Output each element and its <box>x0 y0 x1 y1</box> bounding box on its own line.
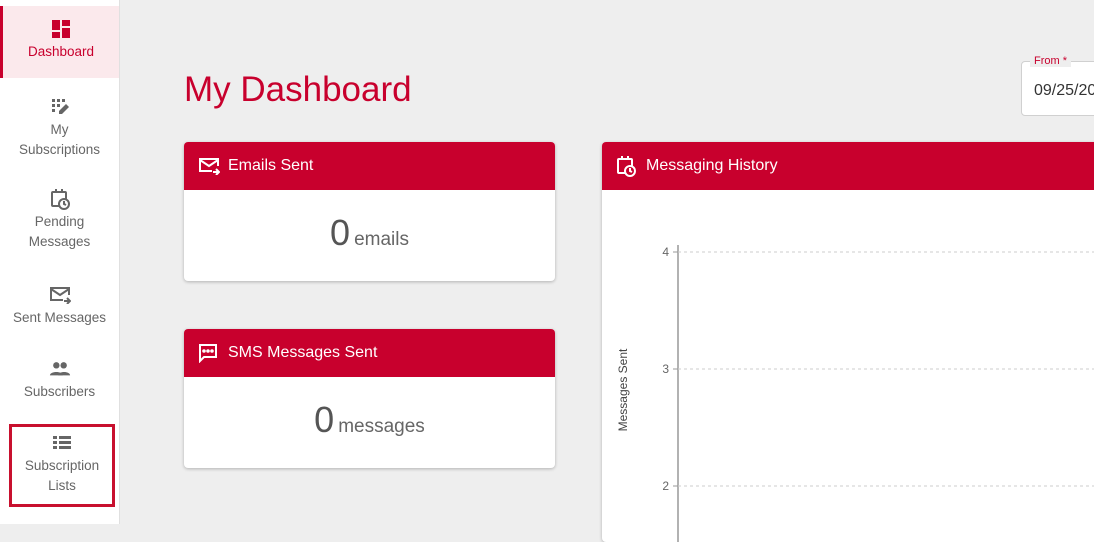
calendar-clock-icon <box>616 155 638 177</box>
card-title: Messaging History <box>646 157 778 174</box>
sidebar-item-label: My Subscriptions <box>18 122 101 157</box>
edit-grid-icon <box>49 96 71 118</box>
sidebar-item-label: Dashboard <box>27 44 95 59</box>
page-title: My Dashboard <box>184 70 412 109</box>
sidebar-item-label: Subscription Lists <box>24 458 100 493</box>
dashboard-icon <box>50 18 72 40</box>
emails-stat: 0 emails <box>184 212 555 254</box>
mail-forward-icon <box>198 155 220 177</box>
messaging-history-chart: 4 3 2 Messages Sent <box>602 190 1094 542</box>
from-date-field[interactable]: From * 09/25/20 <box>1021 55 1094 116</box>
emails-count: 0 <box>330 212 351 253</box>
card-header: SMS Messages Sent <box>184 329 555 377</box>
sidebar-item-label: Sent Messages <box>12 310 107 325</box>
list-icon <box>51 432 73 454</box>
chart-svg: 4 3 2 Messages Sent <box>616 245 1094 542</box>
y-tick-label: 3 <box>662 362 669 376</box>
sms-sent-card: SMS Messages Sent 0 messages <box>184 329 555 468</box>
sidebar-item-subscribers[interactable]: Subscribers <box>0 358 119 402</box>
sidebar-item-sent-messages[interactable]: Sent Messages <box>0 284 119 328</box>
emails-sent-card: Emails Sent 0 emails <box>184 142 555 281</box>
y-tick-label: 2 <box>662 479 669 493</box>
sms-count: 0 <box>314 399 335 440</box>
sidebar-item-label: Subscribers <box>23 384 96 399</box>
sidebar-item-label: Pending Messages <box>28 214 91 249</box>
chat-icon <box>198 342 220 364</box>
sms-unit: messages <box>338 416 425 437</box>
sidebar-item-my-subscriptions[interactable]: My Subscriptions <box>0 96 119 160</box>
from-date-value: 09/25/20 <box>1034 82 1094 99</box>
from-date-label: From * <box>1030 55 1071 67</box>
card-title: SMS Messages Sent <box>228 344 378 361</box>
sidebar: Dashboard My Subscriptions Pending Messa… <box>0 0 120 524</box>
people-icon <box>49 358 71 380</box>
emails-unit: emails <box>354 229 409 250</box>
card-title: Emails Sent <box>228 157 314 174</box>
sidebar-item-pending-messages[interactable]: Pending Messages <box>0 188 119 252</box>
calendar-clock-icon <box>49 188 71 210</box>
sidebar-item-subscription-lists[interactable]: Subscription Lists <box>9 424 115 507</box>
y-axis-label: Messages Sent <box>616 348 630 431</box>
card-header: Emails Sent <box>184 142 555 190</box>
messaging-history-card: Messaging History 4 3 2 Messages Sent <box>602 142 1094 542</box>
sidebar-item-dashboard[interactable]: Dashboard <box>0 6 119 78</box>
card-header: Messaging History <box>602 142 1094 190</box>
sms-stat: 0 messages <box>184 399 555 441</box>
mail-forward-icon <box>49 284 71 306</box>
y-tick-label: 4 <box>662 245 669 259</box>
